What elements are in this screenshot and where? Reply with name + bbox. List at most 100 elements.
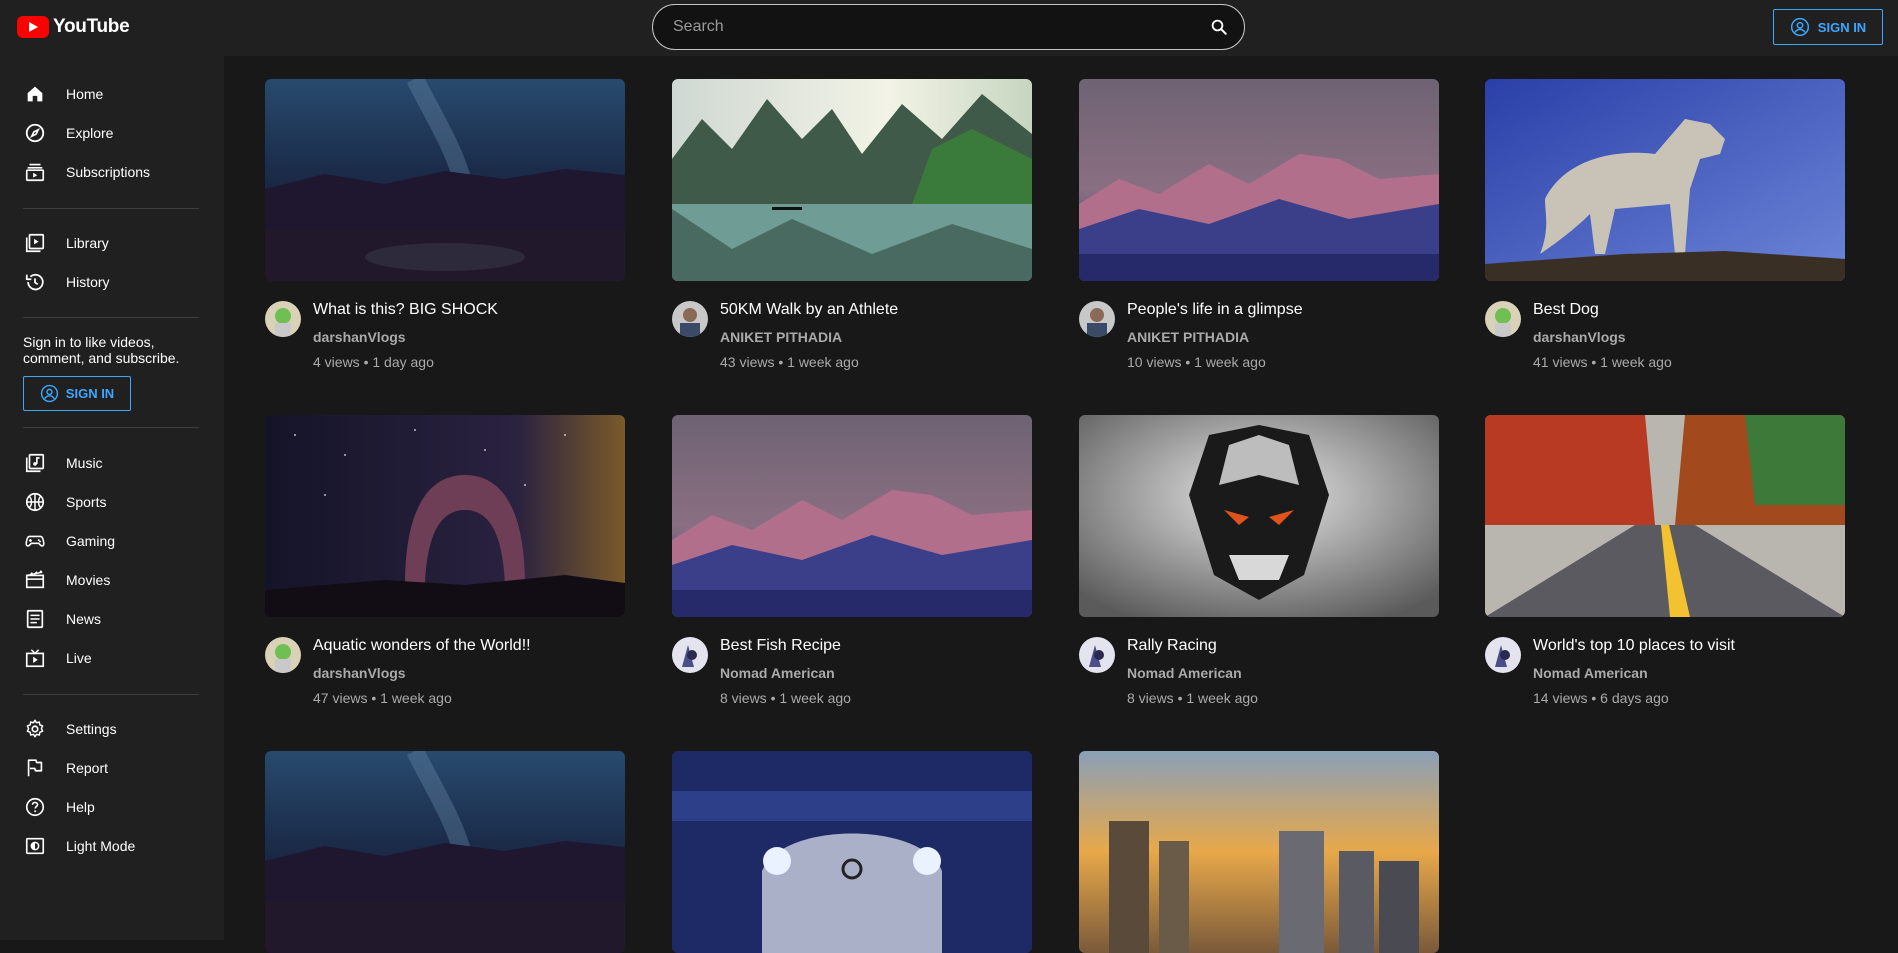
sidebar-item-report[interactable]: Report [0,748,224,787]
video-thumbnail[interactable] [672,79,1032,281]
video-thumbnail[interactable] [265,79,625,281]
sidebar-item-settings[interactable]: Settings [0,709,224,748]
search-icon [1211,19,1227,35]
sidebar-sign-in-button[interactable]: SIGN IN [23,376,131,411]
search-button[interactable] [1194,5,1244,49]
video-stats: 8 views • 1 week ago [1127,690,1258,706]
sidebar-item-label: History [66,273,110,290]
sidebar-item-label: Home [66,85,104,102]
sidebar-item-sports[interactable]: Sports [0,482,224,521]
video-stats: 14 views • 6 days ago [1533,690,1669,706]
video-meta: Rally Racing Nomad American 8 views • 1 … [1079,617,1439,707]
video-title[interactable]: Aquatic wonders of the World!! [313,637,531,655]
video-card[interactable]: 50KM Walk by an Athlete ANIKET PITHADIA … [672,79,1032,371]
video-card[interactable] [1079,751,1439,953]
video-card[interactable]: Aquatic wonders of the World!! darshanVl… [265,415,625,707]
sidebar-item-live[interactable]: Live [0,638,224,677]
sidebar-item-label: Library [66,234,109,251]
channel-name[interactable]: ANIKET PITHADIA [1127,329,1249,345]
video-meta: 50KM Walk by an Athlete ANIKET PITHADIA … [672,281,1032,371]
channel-avatar[interactable] [672,301,708,337]
help-icon [23,795,47,819]
channel-avatar[interactable] [265,637,301,673]
music-icon [23,451,47,475]
channel-name[interactable]: Nomad American [1533,665,1648,681]
channel-avatar[interactable] [1079,301,1115,337]
sidebar-item-label: Help [66,798,95,815]
video-title[interactable]: Best Dog [1533,301,1599,319]
sidebar-item-library[interactable]: Library [0,223,224,262]
youtube-logo[interactable]: YouTube [17,15,130,39]
gaming-icon [23,529,47,553]
video-stats: 8 views • 1 week ago [720,690,851,706]
video-thumbnail[interactable] [672,415,1032,617]
gear-icon [23,717,47,741]
channel-avatar[interactable] [1485,301,1521,337]
sidebar-item-label: Settings [66,720,117,737]
video-thumbnail[interactable] [1485,415,1845,617]
video-thumbnail[interactable] [1079,415,1439,617]
channel-name[interactable]: ANIKET PITHADIA [720,329,842,345]
sidebar-item-news[interactable]: News [0,599,224,638]
video-thumbnail[interactable] [265,751,625,953]
video-stats: 4 views • 1 day ago [313,354,434,370]
video-title[interactable]: People's life in a glimpse [1127,301,1303,319]
sidebar-item-explore[interactable]: Explore [0,113,224,152]
video-card[interactable] [672,751,1032,953]
subscriptions-icon [23,160,47,184]
sidebar-item-subscriptions[interactable]: Subscriptions [0,152,224,191]
channel-avatar[interactable] [1079,637,1115,673]
sidebar-item-label: Sports [66,493,107,510]
compass-icon [23,121,47,145]
channel-name[interactable]: darshanVlogs [313,329,406,345]
sidebar-item-music[interactable]: Music [0,443,224,482]
video-title[interactable]: 50KM Walk by an Athlete [720,301,898,319]
sidebar-item-light-mode[interactable]: Light Mode [0,826,224,865]
sidebar-divider [23,427,199,428]
channel-avatar[interactable] [265,301,301,337]
channel-avatar[interactable] [672,637,708,673]
video-meta: Aquatic wonders of the World!! darshanVl… [265,617,625,707]
history-icon [23,270,47,294]
video-meta: Best Fish Recipe Nomad American 8 views … [672,617,1032,707]
video-thumbnail[interactable] [1079,751,1439,953]
channel-name[interactable]: Nomad American [720,665,835,681]
video-card[interactable]: World's top 10 places to visit Nomad Ame… [1485,415,1845,707]
video-card[interactable]: Best Fish Recipe Nomad American 8 views … [672,415,1032,707]
video-card[interactable]: Best Dog darshanVlogs 41 views • 1 week … [1485,79,1845,371]
video-card[interactable]: What is this? BIG SHOCK darshanVlogs 4 v… [265,79,625,371]
sidebar-item-history[interactable]: History [0,262,224,301]
sign-in-label: SIGN IN [65,386,115,401]
sidebar-item-gaming[interactable]: Gaming [0,521,224,560]
video-thumbnail[interactable] [672,751,1032,953]
video-card[interactable]: Rally Racing Nomad American 8 views • 1 … [1079,415,1439,707]
video-thumbnail[interactable] [1079,79,1439,281]
video-title[interactable]: Rally Racing [1127,637,1217,655]
sign-in-button[interactable]: SIGN IN [1773,9,1883,45]
channel-name[interactable]: darshanVlogs [1533,329,1626,345]
sidebar-item-label: News [66,610,102,627]
video-title[interactable]: What is this? BIG SHOCK [313,301,498,319]
sidebar-item-help[interactable]: Help [0,787,224,826]
channel-name[interactable]: Nomad American [1127,665,1242,681]
sidebar-item-label: Subscriptions [66,163,151,180]
video-title[interactable]: World's top 10 places to visit [1533,637,1735,655]
sidebar-divider [23,317,199,318]
sidebar-item-label: Light Mode [66,837,136,854]
sidebar: Home Explore Subscriptions Library Histo… [0,56,224,940]
video-thumbnail[interactable] [265,415,625,617]
sidebar-item-movies[interactable]: Movies [0,560,224,599]
sidebar-item-label: Live [66,649,92,666]
video-thumbnail[interactable] [1485,79,1845,281]
video-meta: What is this? BIG SHOCK darshanVlogs 4 v… [265,281,625,371]
video-card[interactable] [265,751,625,953]
sidebar-item-home[interactable]: Home [0,74,224,113]
search-input[interactable] [653,17,1194,37]
channel-name[interactable]: darshanVlogs [313,665,406,681]
light-mode-icon [23,834,47,858]
video-title[interactable]: Best Fish Recipe [720,637,841,655]
sidebar-item-label: Report [66,759,109,776]
channel-avatar[interactable] [1485,637,1521,673]
video-card[interactable]: People's life in a glimpse ANIKET PITHAD… [1079,79,1439,371]
sidebar-item-label: Explore [66,124,114,141]
